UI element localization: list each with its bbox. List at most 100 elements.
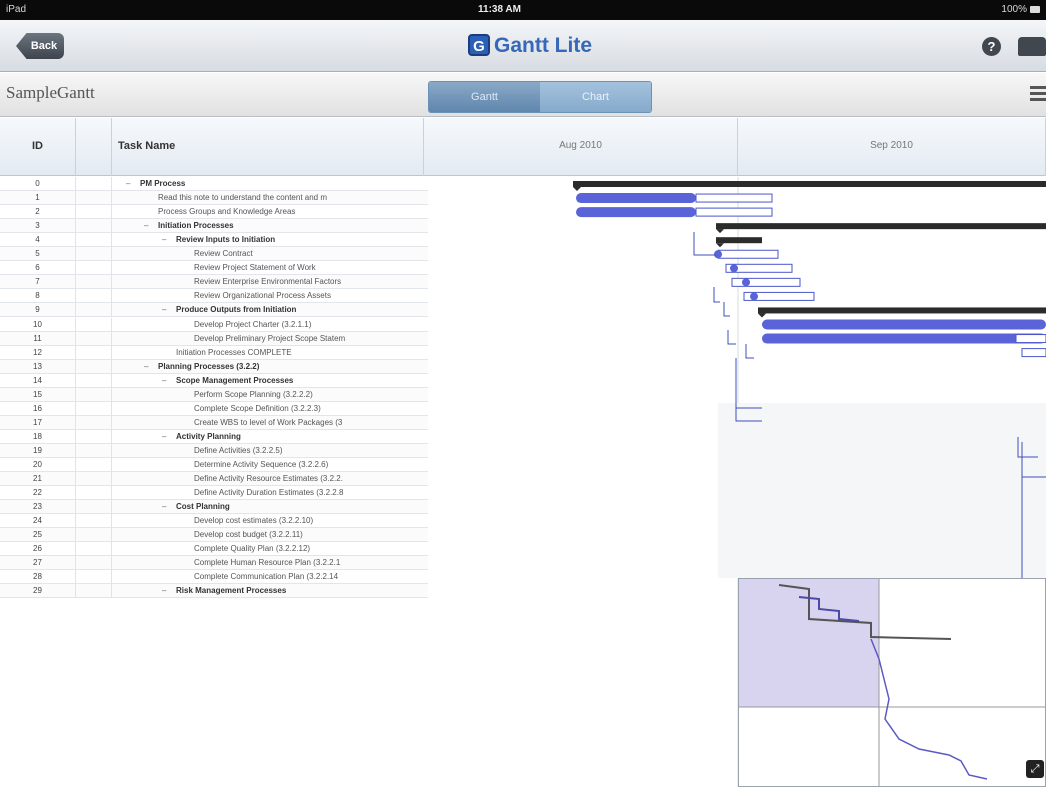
summary-bar: [573, 181, 1046, 187]
collapse-toggle-icon[interactable]: –: [162, 303, 166, 316]
table-row[interactable]: 9 – Produce Outputs from Initiation: [0, 303, 428, 318]
table-row[interactable]: 19 Define Activities (3.2.2.5): [0, 443, 428, 458]
task-bar-outline: [717, 249, 779, 259]
task-bar: [762, 319, 1046, 330]
task-bar-outline: [1021, 348, 1046, 358]
collapse-toggle-icon[interactable]: –: [144, 219, 148, 232]
table-row[interactable]: 0 – PM Process: [0, 177, 428, 191]
task-name: Define Activity Duration Estimates (3.2.…: [194, 488, 344, 498]
task-id: 8: [0, 289, 76, 304]
task-id: 21: [0, 472, 76, 487]
row-indicator: [76, 584, 112, 599]
task-name: Develop cost estimates (3.2.2.10): [194, 516, 314, 526]
milestone-marker: [742, 278, 750, 287]
table-row[interactable]: 6 Review Project Statement of Work: [0, 261, 428, 276]
table-row[interactable]: 24 Develop cost estimates (3.2.2.10): [0, 514, 428, 529]
summary-bar-cap: [716, 229, 724, 234]
view-segmented-control: Gantt Chart: [428, 81, 652, 113]
segment-gantt[interactable]: Gantt: [429, 82, 540, 112]
summary-bar: [758, 307, 1046, 314]
task-name: Create WBS to level of Work Packages (3: [194, 417, 343, 427]
table-row[interactable]: 12 Initiation Processes COMPLETE: [0, 345, 428, 360]
table-row[interactable]: 15 Perform Scope Planning (3.2.2.2): [0, 387, 428, 402]
task-name: PM Process: [140, 179, 186, 188]
collapse-toggle-icon[interactable]: –: [126, 177, 130, 190]
task-bar: [762, 333, 1046, 344]
row-indicator: [76, 387, 112, 402]
collapse-toggle-icon[interactable]: –: [162, 374, 166, 387]
task-id: 22: [0, 486, 76, 501]
task-name: Scope Management Processes: [176, 375, 294, 385]
nav-bar: Back G Gantt Lite ?: [0, 20, 1046, 72]
collapse-toggle-icon[interactable]: –: [162, 500, 166, 513]
table-row[interactable]: 22 Define Activity Duration Estimates (3.…: [0, 486, 428, 501]
collapse-toggle-icon[interactable]: –: [162, 584, 166, 597]
collapse-toggle-icon[interactable]: –: [144, 360, 148, 373]
table-row[interactable]: 4 – Review Inputs to Initiation: [0, 233, 428, 248]
table-row[interactable]: 11 Develop Preliminary Project Scope Stat…: [0, 331, 428, 346]
task-id: 10: [0, 317, 76, 332]
row-indicator: [76, 556, 112, 571]
expand-icon[interactable]: ⤢: [1026, 760, 1044, 778]
row-indicator: [76, 373, 112, 388]
table-row[interactable]: 10 Develop Project Charter (3.2.1.1): [0, 317, 428, 332]
table-row[interactable]: 7 Review Enterprise Environmental Factors: [0, 275, 428, 290]
task-id: 23: [0, 500, 76, 515]
table-row[interactable]: 23 – Cost Planning: [0, 500, 428, 515]
table-row[interactable]: 14 – Scope Management Processes: [0, 373, 428, 388]
list-icon[interactable]: [1030, 86, 1046, 104]
table-row[interactable]: 18 – Activity Planning: [0, 429, 428, 444]
table-row[interactable]: 17 Create WBS to level of Work Packages (…: [0, 415, 428, 430]
summary-bar: [716, 237, 762, 244]
column-header-task-name[interactable]: Task Name: [112, 118, 424, 176]
task-id: 9: [0, 303, 76, 318]
column-header-id[interactable]: ID: [0, 118, 76, 176]
overview-minimap[interactable]: [738, 578, 1046, 787]
table-row[interactable]: 1 Read this note to understand the conten…: [0, 191, 428, 206]
row-indicator: [76, 486, 112, 501]
table-row[interactable]: 21 Define Activity Resource Estimates (3.…: [0, 472, 428, 487]
table-row[interactable]: 20 Determine Activity Sequence (3.2.2.6): [0, 458, 428, 472]
table-row[interactable]: 26 Complete Quality Plan (3.2.2.12): [0, 542, 428, 557]
task-name: Review Enterprise Environmental Factors: [194, 277, 342, 287]
back-button[interactable]: Back: [16, 33, 64, 59]
help-icon[interactable]: ?: [982, 37, 1001, 56]
table-row[interactable]: 13 – Planning Processes (3.2.2): [0, 359, 428, 374]
task-name: Complete Communication Plan (3.2.2.14: [194, 572, 339, 582]
row-indicator: [76, 401, 112, 416]
row-indicator: [76, 514, 112, 529]
task-id: 1: [0, 191, 76, 206]
table-row[interactable]: 28 Complete Communication Plan (3.2.2.14: [0, 570, 428, 585]
collapse-toggle-icon[interactable]: –: [162, 430, 166, 443]
grid-header: ID Task Name Aug 2010 Sep 2010: [0, 118, 1046, 176]
table-row[interactable]: 16 Complete Scope Definition (3.2.2.3): [0, 401, 428, 416]
app-title: Gantt Lite: [494, 34, 592, 57]
task-id: 11: [0, 331, 76, 346]
row-indicator: [76, 261, 112, 276]
table-row[interactable]: 8 Review Organizational Process Assets: [0, 289, 428, 304]
table-row[interactable]: 5 Review Contract: [0, 247, 428, 262]
summary-bar-cap: [758, 313, 766, 318]
task-id: 14: [0, 373, 76, 388]
table-row[interactable]: 29 – Risk Management Processes: [0, 584, 428, 599]
task-bar: [576, 193, 696, 204]
task-name: Complete Human Resource Plan (3.2.2.1: [194, 558, 341, 568]
task-name: Read this note to understand the content…: [158, 193, 328, 203]
table-row[interactable]: 2 Process Groups and Knowledge Areas: [0, 205, 428, 220]
task-name: Define Activity Resource Estimates (3.2.…: [194, 474, 343, 484]
task-id: 18: [0, 429, 76, 444]
gantt-logo-icon: G: [468, 34, 490, 56]
task-name: Initiation Processes COMPLETE: [176, 347, 292, 357]
task-id: 4: [0, 233, 76, 248]
table-row[interactable]: 3 – Initiation Processes: [0, 219, 428, 234]
task-name: Review Project Statement of Work: [194, 263, 316, 273]
inbox-icon[interactable]: [1018, 37, 1046, 56]
row-indicator: [76, 528, 112, 543]
collapse-toggle-icon[interactable]: –: [162, 233, 166, 246]
segment-chart[interactable]: Chart: [540, 82, 651, 112]
task-id: 20: [0, 458, 76, 472]
dependency-link: [735, 358, 762, 409]
table-row[interactable]: 25 Develop cost budget (3.2.2.11): [0, 528, 428, 543]
table-row[interactable]: 27 Complete Human Resource Plan (3.2.2.1: [0, 556, 428, 571]
task-id: 3: [0, 219, 76, 234]
